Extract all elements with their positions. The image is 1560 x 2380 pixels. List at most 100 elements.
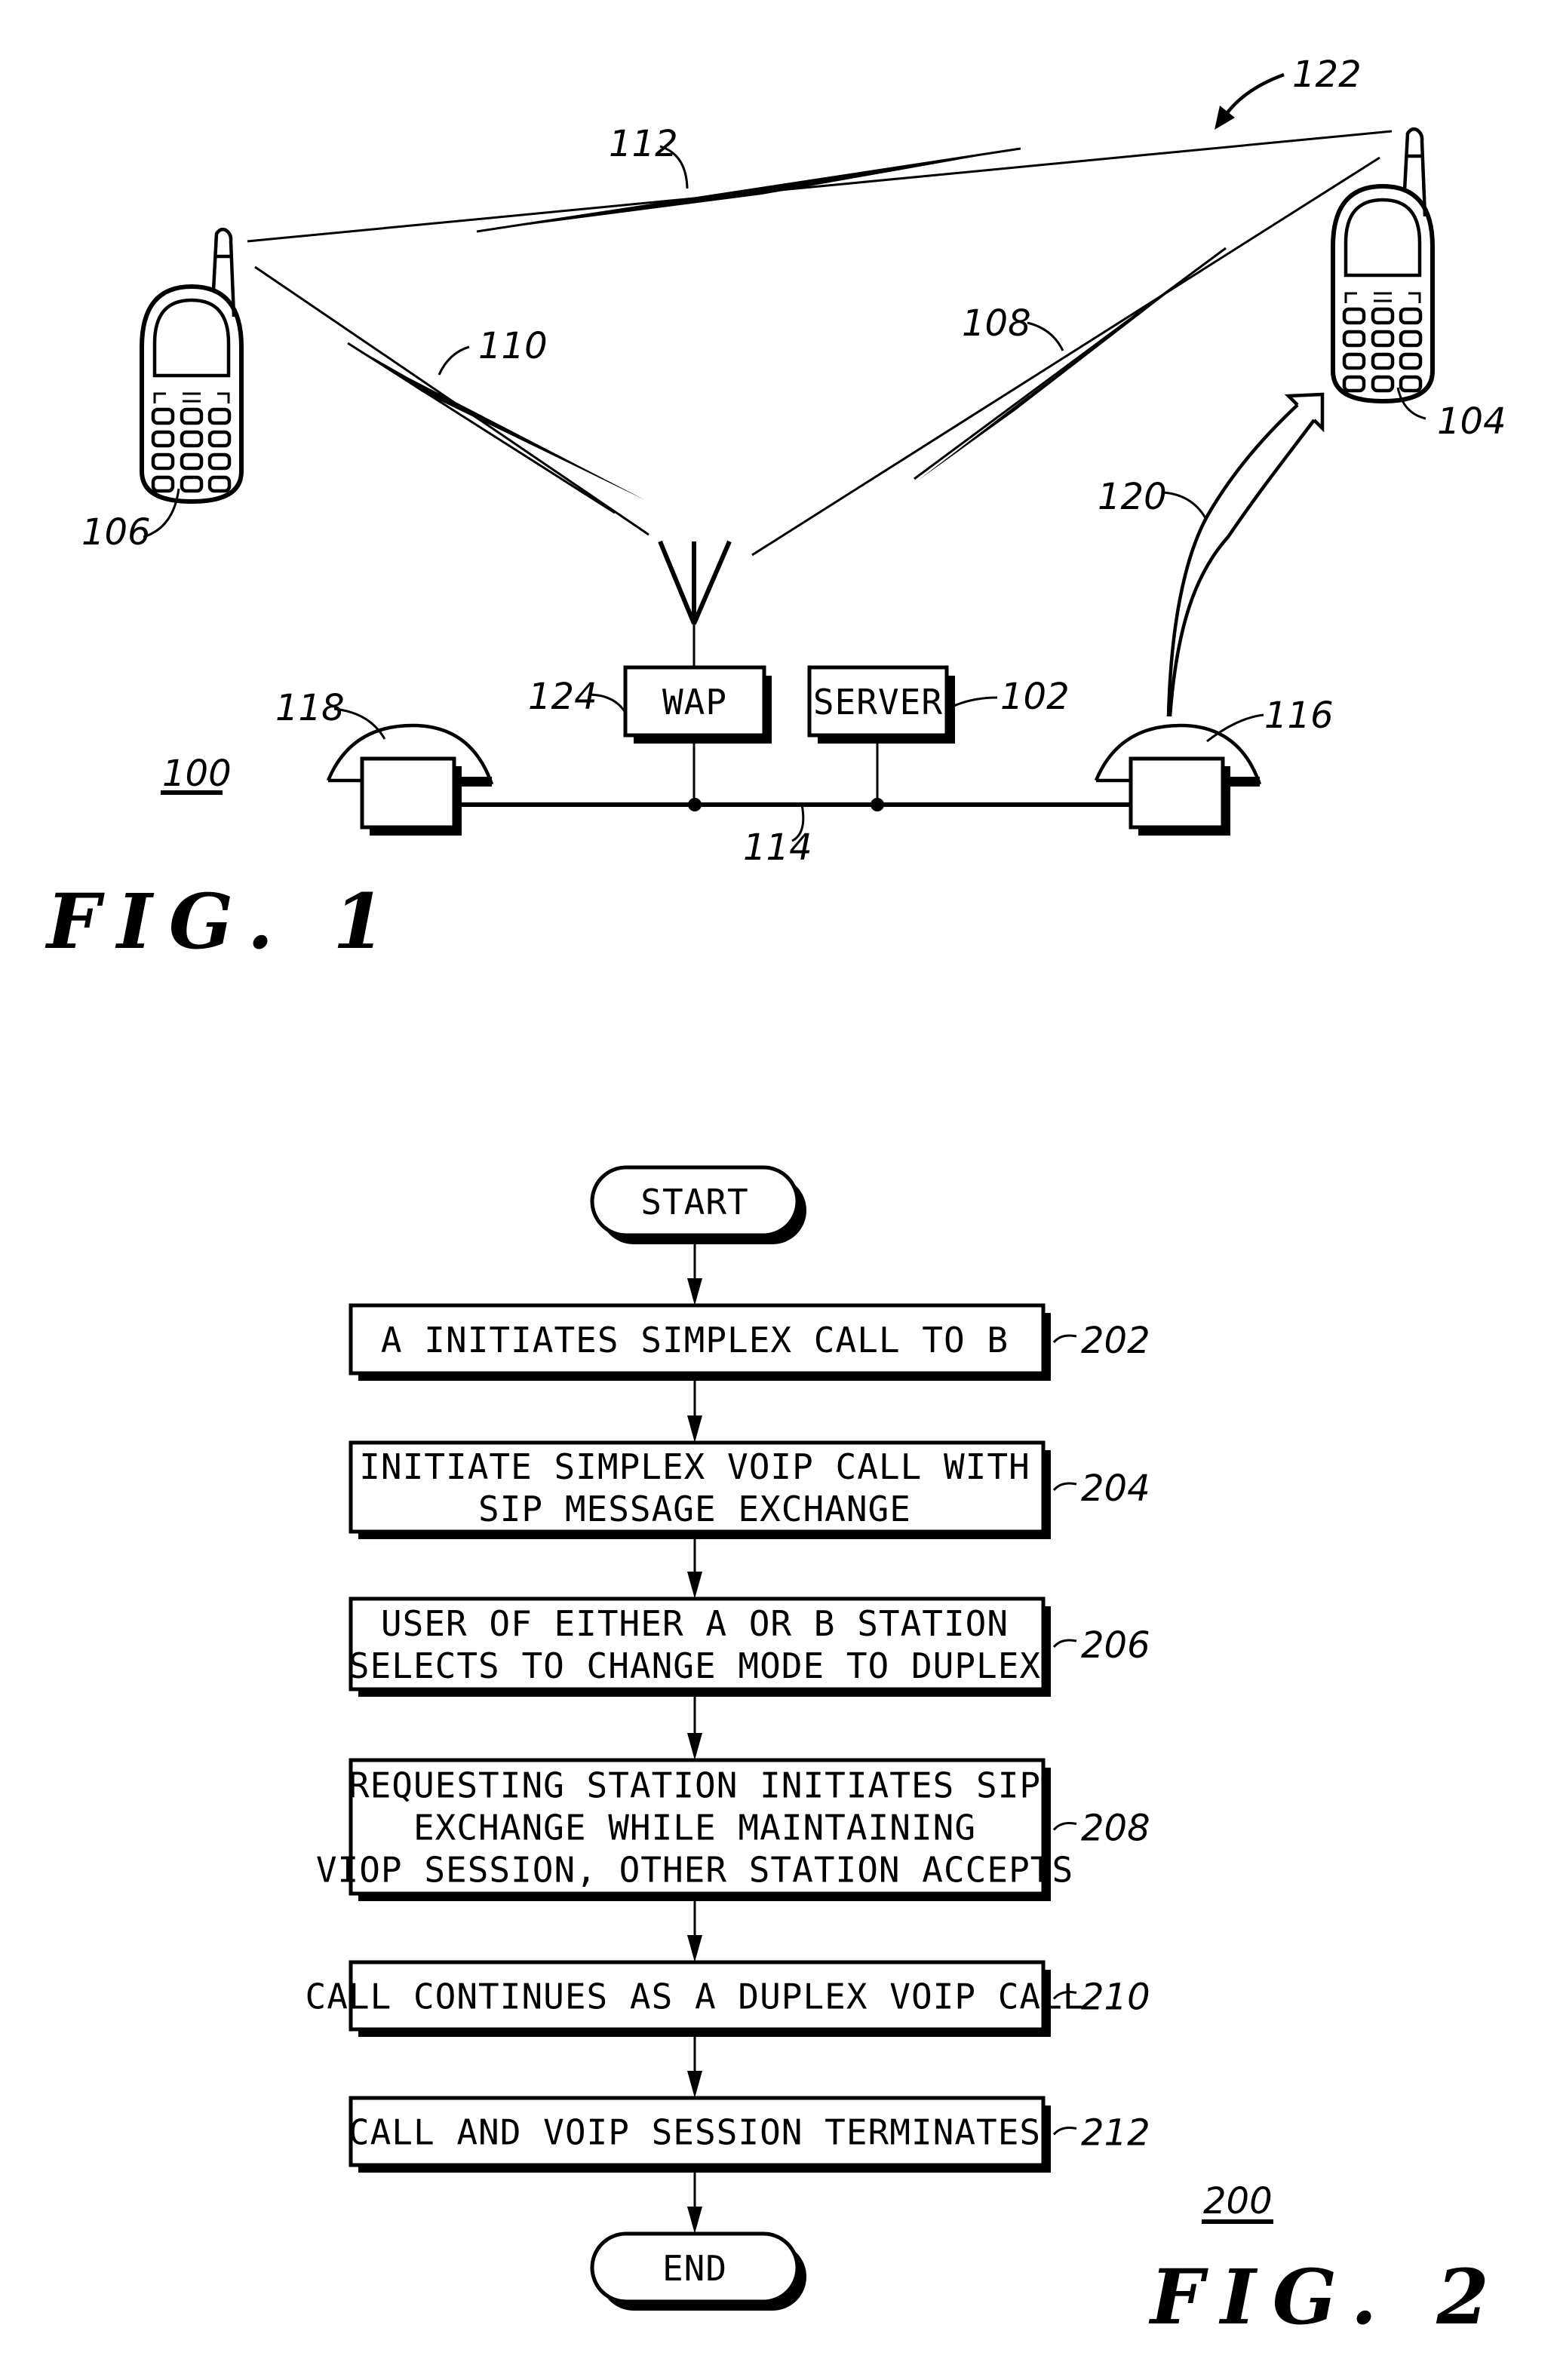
link-112-wedge-line xyxy=(476,147,1021,233)
lan-bus-114 xyxy=(462,798,1131,811)
arrow-120-left-edge xyxy=(1166,403,1299,717)
telephone-118 xyxy=(326,723,494,836)
keypad-key xyxy=(1399,330,1423,348)
step-text-line: SIP MESSAGE EXCHANGE xyxy=(478,1489,911,1529)
figure-1: WAP SERVER 112 110 108 120 122 106 104 1… xyxy=(45,54,1506,966)
keypad-key xyxy=(207,475,232,493)
ref-102: 102 xyxy=(1000,676,1070,718)
ref-116: 116 xyxy=(1264,695,1334,737)
leader-110 xyxy=(438,345,470,376)
flow-arrow-start-to-202 xyxy=(687,1244,702,1305)
keypad-key xyxy=(151,430,175,448)
process-step-212: CALL AND VOIP SESSION TERMINATES 212 xyxy=(349,2096,1150,2173)
soft-key-right xyxy=(1408,292,1421,303)
flow-arrow-head xyxy=(687,1415,702,1443)
mobile-station-106 xyxy=(140,227,244,505)
process-step-204: INITIATE SIMPLEX VOIP CALL WITHSIP MESSA… xyxy=(349,1440,1150,1539)
keypad-key xyxy=(1371,375,1395,393)
end-label: END xyxy=(662,2248,727,2289)
link-108-main-line xyxy=(751,156,1380,557)
leader-120 xyxy=(1162,491,1207,519)
desk-telephone-icon xyxy=(1094,723,1262,836)
leader-108 xyxy=(1027,321,1064,351)
process-step-208: REQUESTING STATION INITIATES SIPEXCHANGE… xyxy=(316,1758,1150,1901)
ref-110: 110 xyxy=(478,325,548,367)
step-ref-208: 208 xyxy=(1081,1808,1150,1850)
antenna-left-prong xyxy=(658,540,696,625)
mobile-station-104 xyxy=(1331,127,1435,404)
soft-key-left xyxy=(1344,292,1357,303)
process-step-206: USER OF EITHER A OR B STATIONSELECTS TO … xyxy=(349,1596,1150,1697)
ref-104: 104 xyxy=(1437,400,1506,443)
cell-phone-icon xyxy=(1331,127,1435,404)
step-text-line: A INITIATES SIMPLEX CALL TO B xyxy=(381,1320,1009,1360)
start-terminal: START xyxy=(590,1165,806,1244)
keypad-key xyxy=(151,452,175,471)
step-ref-leader xyxy=(1052,1334,1077,1344)
step-ref-202: 202 xyxy=(1081,1320,1150,1362)
antenna-right-prong xyxy=(692,540,732,625)
keypad-key xyxy=(1371,330,1395,348)
bus-junction-server xyxy=(871,798,884,811)
process-step-210: CALL CONTINUES AS A DUPLEX VOIP CALL210 xyxy=(306,1960,1150,2037)
link-108-wedge-line xyxy=(914,247,1227,480)
flow-arrow-212-to-next xyxy=(687,2173,702,2234)
end-terminal: END xyxy=(590,2231,806,2311)
step-ref-204: 204 xyxy=(1081,1468,1150,1510)
flow-arrow-head xyxy=(687,1733,702,1760)
keypad-key xyxy=(180,475,204,493)
keypad-key xyxy=(1342,307,1366,325)
flow-arrow-head xyxy=(687,2207,702,2234)
telephone-116 xyxy=(1094,723,1262,836)
ref-106: 106 xyxy=(81,511,151,554)
flow-arrow-210-to-next xyxy=(687,2037,702,2098)
keypad-key xyxy=(1399,375,1423,393)
phone-screen xyxy=(152,298,231,378)
desk-telephone-icon xyxy=(326,723,494,836)
wap-block: WAP xyxy=(623,665,772,805)
antenna-icon xyxy=(658,540,732,667)
bus-junction-wap xyxy=(688,798,702,811)
flow-arrow-202-to-next xyxy=(687,1381,702,1443)
step-ref-leader xyxy=(1052,2127,1077,2136)
system-ref-100: 100 xyxy=(162,753,232,795)
process-step-202: A INITIATES SIMPLEX CALL TO B 202 xyxy=(349,1303,1150,1381)
flow-arrow-head xyxy=(687,2071,702,2098)
step-ref-210: 210 xyxy=(1081,1977,1150,2019)
step-ref-212: 212 xyxy=(1081,2112,1150,2155)
step-text-line: CALL CONTINUES AS A DUPLEX VOIP CALL xyxy=(306,1977,1085,2017)
step-text-line: VIOP SESSION, OTHER STATION ACCEPTS xyxy=(316,1850,1073,1891)
soft-key-right xyxy=(217,392,230,403)
step-text-line: REQUESTING STATION INITIATES SIP xyxy=(349,1765,1041,1806)
flow-arrow-head xyxy=(687,1935,702,1962)
ref-124: 124 xyxy=(528,676,597,718)
step-text-line: EXCHANGE WHILE MAINTAINING xyxy=(413,1808,976,1848)
patent-drawing-sheet: WAP SERVER 112 110 108 120 122 106 104 1… xyxy=(45,54,1506,2342)
keypad-key xyxy=(207,407,232,425)
keypad-key xyxy=(1399,352,1423,370)
link-112-main-line xyxy=(247,130,1393,243)
keypad-key xyxy=(180,407,204,425)
leader-116 xyxy=(1206,713,1264,743)
keypad-key xyxy=(151,475,175,493)
method-ref-200: 200 xyxy=(1203,2180,1273,2222)
flow-arrow-206-to-next xyxy=(687,1697,702,1760)
radio-link-110 xyxy=(254,265,649,536)
ref-112: 112 xyxy=(609,123,678,165)
step-text-line: INITIATE SIMPLEX VOIP CALL WITH xyxy=(359,1446,1030,1487)
flow-arrow-head xyxy=(687,1278,702,1305)
keypad-key xyxy=(1371,307,1395,325)
step-ref-206: 206 xyxy=(1081,1624,1150,1667)
keypad-key xyxy=(207,452,232,471)
figure-2: START A INITIATES SIMPLEX CALL TO B 202 IN… xyxy=(306,1165,1489,2342)
step-text-line: USER OF EITHER A OR B STATION xyxy=(381,1603,1009,1644)
keypad-key xyxy=(180,452,204,471)
figure-1-title: FIG. 1 xyxy=(45,877,402,966)
step-ref-leader xyxy=(1052,1482,1077,1492)
soft-key-left xyxy=(153,392,166,403)
server-label: SERVER xyxy=(813,682,943,722)
base-box xyxy=(1129,756,1225,830)
start-label: START xyxy=(640,1182,748,1222)
keypad-key xyxy=(151,407,175,425)
phone-keypad xyxy=(1342,292,1423,393)
